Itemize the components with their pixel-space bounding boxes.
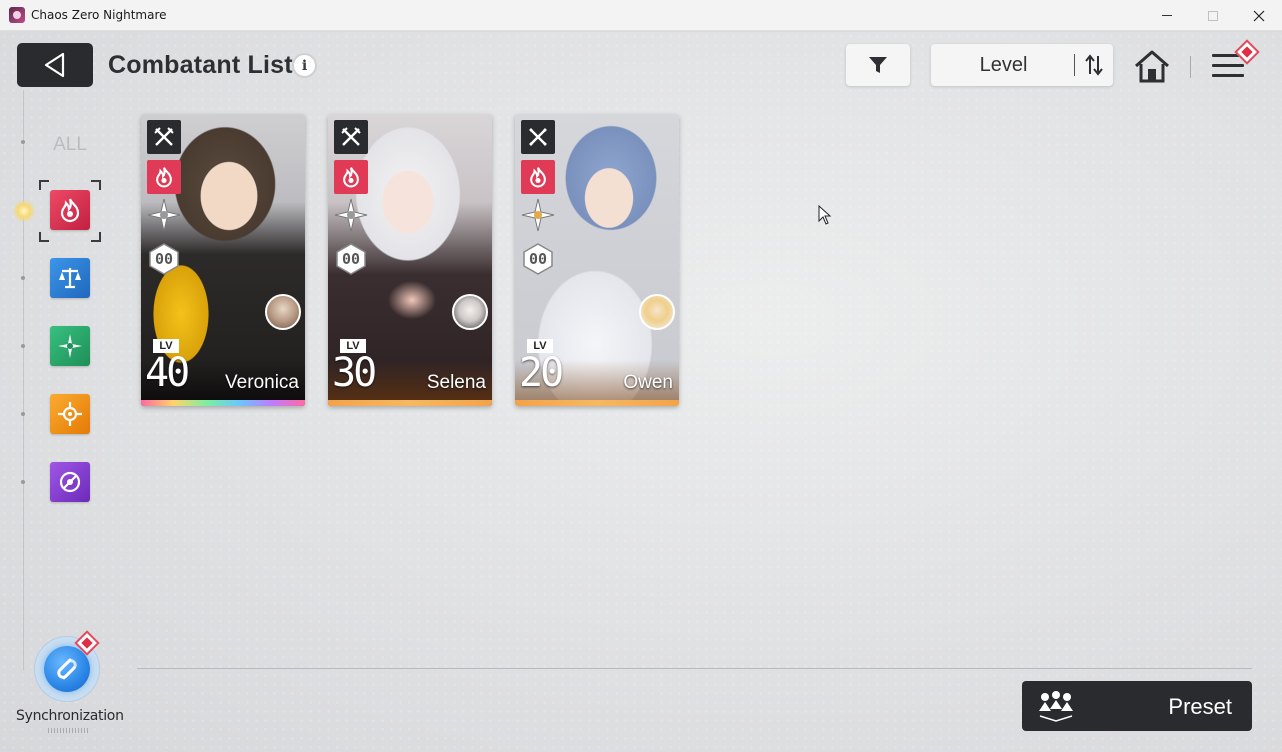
rarity-strip — [515, 400, 679, 406]
sort-divider — [1074, 54, 1075, 76]
sort-order-icon — [1085, 54, 1103, 76]
party-members-icon — [1039, 691, 1073, 722]
slot-badge: 00 — [334, 242, 368, 276]
combatant-name: Owen — [623, 372, 673, 393]
shuriken-icon — [521, 198, 555, 232]
sun-crosshair-icon — [58, 402, 82, 426]
slot-badge: 00 — [521, 242, 555, 276]
sort-order-button[interactable] — [1081, 52, 1107, 78]
sync-label: Synchronization — [16, 708, 124, 724]
companion-avatar — [265, 294, 301, 330]
compass-star-icon — [58, 334, 82, 358]
home-button[interactable] — [1133, 48, 1171, 84]
sync-icon — [57, 658, 77, 680]
rail-dot — [21, 276, 25, 280]
shuriken-badge — [334, 198, 368, 232]
header-separator — [1190, 56, 1191, 78]
combatant-name: Veronica — [225, 372, 299, 393]
level-value: 40 — [145, 350, 190, 396]
element-badge — [147, 160, 181, 194]
filter-button[interactable] — [846, 44, 910, 86]
slot-number: 00 — [528, 250, 548, 268]
window-title-bar: Chaos Zero Nightmare — [0, 0, 1282, 31]
rarity-strip — [141, 400, 305, 406]
footer-divider — [137, 668, 1252, 669]
category-passion-button[interactable] — [50, 190, 90, 230]
rail-dot — [21, 140, 25, 144]
preset-button[interactable]: Preset — [1022, 681, 1252, 731]
category-void-button[interactable] — [50, 462, 90, 502]
sync-core — [44, 646, 90, 692]
preset-label: Preset — [1168, 694, 1232, 719]
sync-decoration — [48, 728, 90, 733]
rail-dot — [21, 344, 25, 348]
info-icon[interactable]: i — [292, 53, 317, 78]
element-badge — [334, 160, 368, 194]
rarity-strip — [328, 400, 492, 406]
class-badge — [521, 120, 555, 154]
shuriken-icon — [334, 198, 368, 232]
close-icon — [1253, 10, 1265, 21]
category-all[interactable]: ALL — [46, 134, 94, 156]
rail-active-indicator — [13, 200, 35, 222]
category-instinct-button[interactable] — [50, 394, 90, 434]
home-icon — [1135, 50, 1169, 83]
crossed-swords-icon — [341, 127, 361, 146]
slot-number: 00 — [341, 250, 361, 268]
category-justice-button[interactable] — [50, 326, 90, 366]
level-value: 30 — [332, 350, 377, 396]
void-swirl-icon — [59, 471, 81, 493]
flame-icon — [60, 198, 80, 223]
crossed-swords-icon — [154, 127, 174, 146]
crossed-blades-icon — [529, 128, 547, 146]
combatant-card-veronica[interactable]: 00 LV 40 Veronica — [141, 114, 305, 406]
rail-dot — [21, 480, 25, 484]
shuriken-badge — [521, 198, 555, 232]
back-button[interactable] — [17, 43, 93, 87]
combatant-name: Selena — [426, 372, 486, 393]
element-badge — [521, 160, 555, 194]
minimize-button[interactable] — [1144, 0, 1190, 31]
app-icon — [9, 7, 25, 23]
slot-number: 00 — [154, 250, 174, 268]
combatant-card-selena[interactable]: 00 LV 30 Selena — [328, 114, 492, 406]
rail-line — [23, 90, 24, 670]
flame-icon — [156, 167, 172, 188]
class-badge — [147, 120, 181, 154]
page-title: Combatant List — [108, 51, 293, 79]
class-badge — [334, 120, 368, 154]
flame-icon — [343, 167, 359, 188]
level-value: 20 — [519, 350, 564, 396]
companion-avatar — [639, 294, 675, 330]
category-order-button[interactable] — [50, 258, 90, 298]
slot-badge: 00 — [147, 242, 181, 276]
main-area: Combatant List i Level ALL Synchronizati… — [0, 32, 1282, 752]
sort-label: Level — [979, 54, 1028, 76]
combatant-card-owen[interactable]: 00 LV 20 Owen — [515, 114, 679, 406]
sort-dropdown[interactable]: Level — [931, 44, 1113, 86]
mouse-cursor-icon — [818, 205, 832, 225]
shuriken-icon — [147, 198, 181, 232]
minimize-icon — [1162, 15, 1172, 16]
back-arrow-icon — [44, 52, 65, 78]
maximize-icon — [1208, 10, 1218, 21]
maximize-button[interactable] — [1190, 0, 1236, 31]
scales-icon — [59, 268, 81, 289]
window-title: Chaos Zero Nightmare — [31, 8, 167, 22]
shuriken-badge — [147, 198, 181, 232]
companion-avatar — [452, 294, 488, 330]
close-button[interactable] — [1236, 0, 1282, 31]
synchronization-button[interactable] — [30, 630, 106, 706]
rail-dot — [21, 412, 25, 416]
flame-icon — [530, 167, 546, 188]
filter-icon — [869, 57, 887, 73]
